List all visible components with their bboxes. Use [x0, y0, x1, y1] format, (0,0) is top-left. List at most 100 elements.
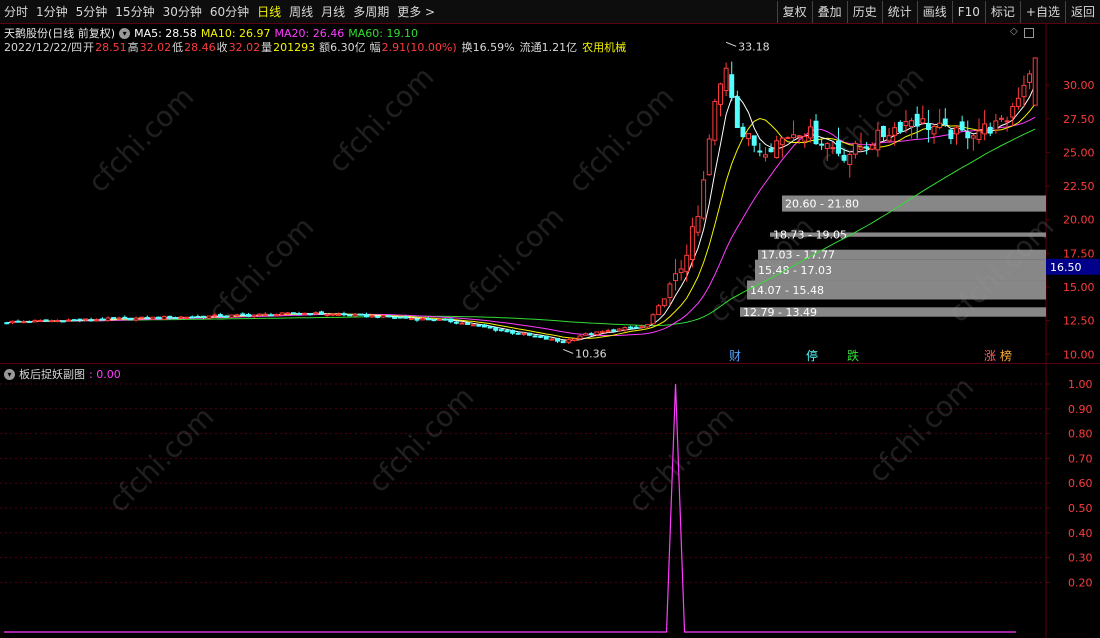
candle[interactable]: [347, 314, 353, 317]
event-marker-0[interactable]: 财: [729, 349, 741, 363]
candle[interactable]: [144, 315, 150, 320]
candle[interactable]: [897, 120, 903, 134]
candle[interactable]: [431, 318, 437, 322]
candle[interactable]: [600, 330, 605, 334]
toolbar-button-6[interactable]: 标记: [984, 1, 1020, 23]
candle[interactable]: [976, 118, 982, 144]
candle[interactable]: [667, 281, 673, 306]
period-tab-5[interactable]: 60分钟: [206, 0, 253, 24]
candle[interactable]: [32, 319, 38, 323]
candle[interactable]: [26, 320, 32, 323]
candle[interactable]: [156, 316, 162, 320]
period-tab-1[interactable]: 1分钟: [32, 0, 72, 24]
candle[interactable]: [476, 324, 482, 327]
candle[interactable]: [319, 310, 324, 315]
candle[interactable]: [268, 312, 274, 317]
toolbar-button-8[interactable]: 返回: [1064, 1, 1100, 23]
candle[interactable]: [21, 320, 27, 324]
candle[interactable]: [920, 105, 926, 125]
candle[interactable]: [341, 311, 347, 317]
candle[interactable]: [133, 316, 139, 322]
candle[interactable]: [937, 108, 943, 130]
candle[interactable]: [678, 260, 684, 281]
candle[interactable]: [965, 120, 971, 150]
candle[interactable]: [785, 136, 791, 140]
candle[interactable]: [549, 337, 555, 341]
candle[interactable]: [622, 326, 628, 332]
maximize-icon[interactable]: [1023, 28, 1034, 38]
candle[interactable]: [330, 313, 336, 317]
candle[interactable]: [105, 316, 111, 322]
candle[interactable]: [746, 133, 752, 146]
kline-canvas[interactable]: cfchi.com cfchi.com cfchi.com cfchi.comcfch…: [0, 24, 1100, 364]
candle[interactable]: [493, 327, 499, 333]
candle[interactable]: [15, 319, 21, 323]
candle[interactable]: [408, 317, 414, 321]
candle[interactable]: [729, 61, 735, 102]
candle[interactable]: [970, 134, 976, 151]
candle[interactable]: [127, 317, 133, 321]
candle[interactable]: [161, 315, 167, 321]
candle[interactable]: [358, 313, 364, 316]
candle[interactable]: [987, 122, 993, 137]
candle[interactable]: [807, 119, 813, 143]
candle[interactable]: [931, 124, 937, 144]
candle[interactable]: [189, 315, 195, 319]
candle[interactable]: [954, 125, 959, 145]
candle[interactable]: [656, 304, 662, 316]
candle[interactable]: [555, 337, 560, 343]
candle[interactable]: [1021, 75, 1027, 108]
candle[interactable]: [605, 328, 611, 333]
candle[interactable]: [1032, 57, 1038, 106]
indicator-toggle-icon[interactable]: ▾: [4, 368, 15, 380]
toolbar-button-4[interactable]: 画线: [916, 1, 952, 23]
candle[interactable]: [689, 217, 695, 268]
candle[interactable]: [673, 258, 679, 291]
candle[interactable]: [448, 318, 454, 324]
candle[interactable]: [498, 329, 504, 332]
candle[interactable]: [999, 114, 1004, 123]
period-tab-0[interactable]: 分时: [0, 0, 32, 24]
period-tab-8[interactable]: 月线: [317, 0, 349, 24]
candle[interactable]: [712, 98, 718, 146]
candle[interactable]: [869, 142, 875, 151]
candle[interactable]: [566, 337, 572, 345]
candle[interactable]: [1015, 87, 1021, 110]
period-tab-4[interactable]: 30分钟: [159, 0, 206, 24]
candle[interactable]: [543, 335, 549, 340]
indicator-canvas[interactable]: 1.00 0.90 0.80 0.70 0.60 0.50 0.40 0.30 0.20 cfch…: [0, 364, 1100, 638]
candle[interactable]: [740, 123, 746, 138]
candle[interactable]: [661, 298, 667, 308]
candle[interactable]: [437, 318, 442, 321]
toolbar-button-5[interactable]: F10: [951, 1, 985, 23]
candle[interactable]: [701, 171, 707, 221]
candle[interactable]: [914, 106, 920, 139]
candle[interactable]: [94, 318, 100, 322]
candle[interactable]: [982, 110, 988, 141]
candle[interactable]: [296, 311, 302, 316]
candle[interactable]: [695, 205, 701, 237]
candle[interactable]: [172, 316, 178, 319]
indicator-panel[interactable]: 1.00 0.90 0.80 0.70 0.60 0.50 0.40 0.30 0.20 cfch…: [0, 364, 1100, 638]
toolbar-button-0[interactable]: 复权: [776, 1, 812, 23]
event-marker-2[interactable]: 跌: [847, 348, 859, 363]
main-kline-panel[interactable]: cfchi.com cfchi.com cfchi.com cfchi.com cfch…: [0, 24, 1100, 364]
candle[interactable]: [245, 312, 251, 318]
candle[interactable]: [650, 313, 656, 325]
candle[interactable]: [886, 128, 892, 143]
candle[interactable]: [9, 320, 15, 325]
candle[interactable]: [560, 340, 566, 344]
event-marker-4[interactable]: 榜: [1000, 348, 1012, 363]
candle[interactable]: [1027, 70, 1033, 90]
candle[interactable]: [414, 318, 420, 322]
candle[interactable]: [880, 125, 886, 142]
industry-label[interactable]: 农用机械: [582, 39, 626, 55]
candle[interactable]: [116, 316, 122, 320]
candle[interactable]: [262, 312, 268, 316]
period-tab-9[interactable]: 多周期: [349, 0, 393, 24]
candle[interactable]: [942, 108, 948, 128]
diamond-icon[interactable]: ◇: [1010, 26, 1018, 38]
candle[interactable]: [302, 312, 308, 316]
candle[interactable]: [397, 316, 403, 319]
candle[interactable]: [757, 142, 763, 157]
